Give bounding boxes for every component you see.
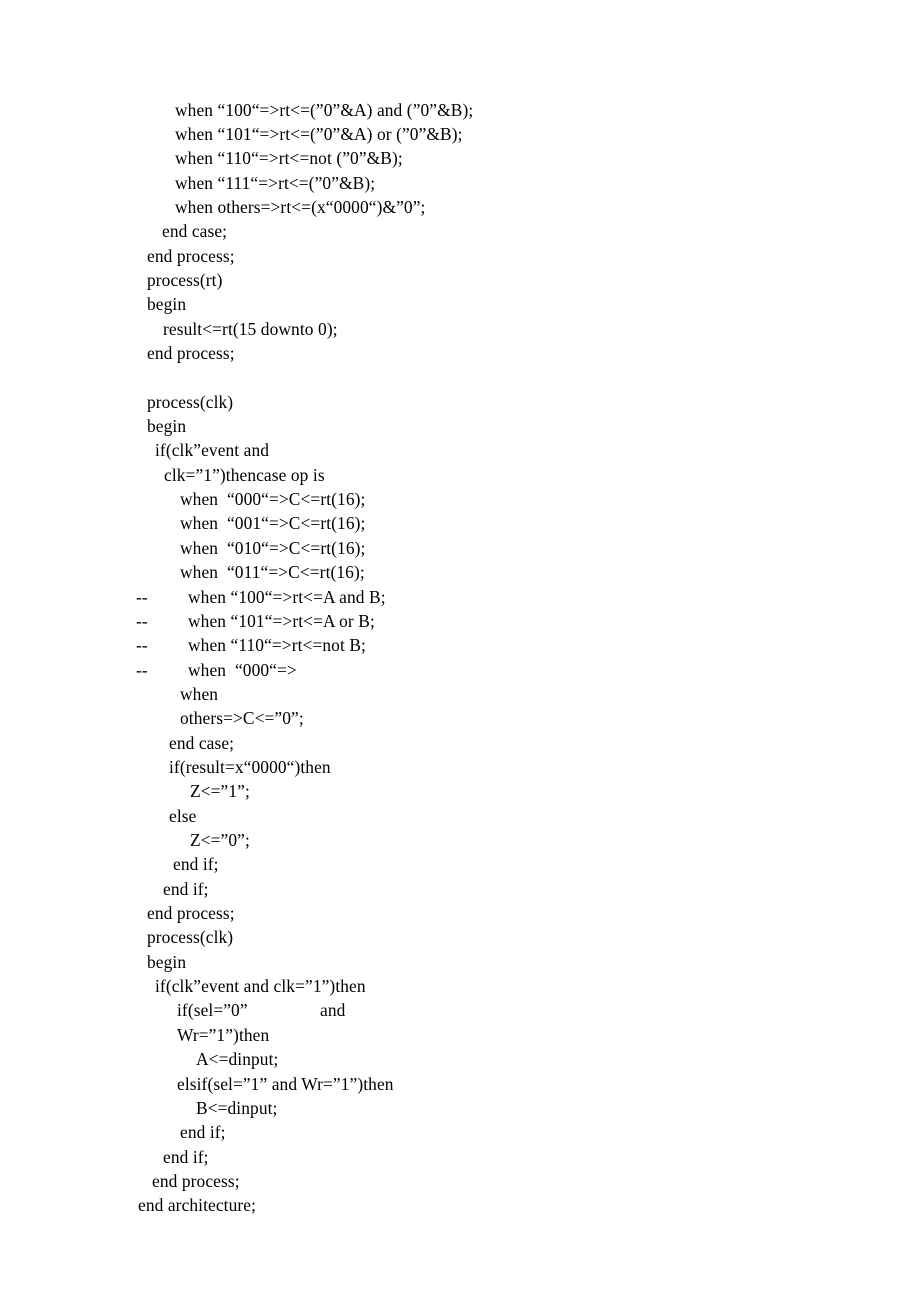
document-page: when “100“=>rt<=(”0”&A) and (”0”&B); when… [0, 0, 920, 1302]
code-line-text: end if; [163, 878, 209, 899]
code-line-text: end architecture; [138, 1195, 257, 1216]
code-line: Z<=”1”; [0, 779, 920, 803]
code-line: when others=>rt<=(x“0000“)&”0”; [0, 195, 920, 219]
code-line: when “010“=>C<=rt(16); [0, 536, 920, 560]
code-line: end if; [0, 1145, 920, 1169]
code-line-text: begin [147, 951, 187, 972]
code-line: Wr=”1”)then [0, 1023, 920, 1047]
code-line: A<=dinput; [0, 1047, 920, 1071]
code-line-text: end process; [152, 1170, 240, 1191]
code-line-text: when “110“=>rt<=not B; [188, 635, 366, 656]
code-line-text: result<=rt(15 downto 0); [163, 318, 338, 339]
code-line-text: end case; [169, 732, 235, 753]
code-line-text: Wr=”1”)then [177, 1024, 270, 1045]
code-line: if(clk”event and [0, 438, 920, 462]
code-line-text: others=>C<=”0”; [180, 708, 304, 729]
code-line-text: when “111“=>rt<=(”0”&B); [175, 172, 376, 193]
code-line: end process; [0, 901, 920, 925]
code-line: else [0, 804, 920, 828]
code-line-text: process(clk) [147, 391, 234, 412]
code-line: -- when “100“=>rt<=A and B; [0, 585, 920, 609]
code-line-text: process(rt) [147, 269, 223, 290]
code-line-text: end case; [162, 221, 228, 242]
code-line: end process; [0, 244, 920, 268]
code-line: end case; [0, 731, 920, 755]
code-line-text: A<=dinput; [196, 1049, 279, 1070]
code-line: begin [0, 292, 920, 316]
code-line-text: when “110“=>rt<=not (”0”&B); [175, 148, 403, 169]
code-line-text: if(clk”event and clk=”1”)then [155, 976, 366, 997]
code-line-text: end if; [163, 1146, 209, 1167]
code-line-text: begin [147, 416, 187, 437]
code-line: result<=rt(15 downto 0); [0, 317, 920, 341]
code-line: end if; [0, 1120, 920, 1144]
code-line-text: Z<=”0”; [190, 830, 250, 850]
code-line-text: when “001“=>C<=rt(16); [180, 513, 366, 534]
comment-marker: -- [136, 586, 148, 607]
code-line-text: else [169, 805, 197, 826]
code-line: end if; [0, 877, 920, 901]
code-line-text: begin [147, 294, 187, 315]
code-line-text: end if; [180, 1122, 226, 1143]
code-line: when “111“=>rt<=(”0”&B); [0, 171, 920, 195]
code-line: -- when “000“=> [0, 658, 920, 682]
code-line-text: when “101“=>rt<=A or B; [188, 610, 375, 631]
code-line-text: end process; [147, 343, 235, 363]
code-line-text: when [180, 683, 219, 704]
code-line-text: if(sel=”0” [177, 1000, 248, 1021]
code-line-text: when “000“=>C<=rt(16); [180, 489, 366, 510]
code-line: end process; [0, 341, 920, 365]
code-line: when “110“=>rt<=not (”0”&B); [0, 146, 920, 170]
comment-marker: -- [136, 610, 148, 631]
code-line-text: if(clk”event and [155, 440, 270, 461]
code-line-text: when “011“=>C<=rt(16); [180, 562, 365, 583]
code-line: if(clk”event and clk=”1”)then [0, 974, 920, 998]
code-line-text: Z<=”1”; [190, 781, 250, 802]
code-line: when “000“=>C<=rt(16); [0, 487, 920, 511]
code-line-text: if(result=x“0000“)then [169, 756, 331, 777]
code-line-text: B<=dinput; [196, 1097, 278, 1118]
code-line: others=>C<=”0”; [0, 706, 920, 730]
code-line: process(clk) [0, 925, 920, 949]
code-line: begin [0, 950, 920, 974]
code-line-text: process(clk) [147, 927, 234, 948]
code-line: clk=”1”)thencase op is [0, 463, 920, 487]
code-line: when [0, 682, 920, 706]
code-line: elsif(sel=”1” and Wr=”1”)then [0, 1072, 920, 1096]
code-line: when “011“=>C<=rt(16); [0, 560, 920, 584]
code-line-text: end process; [147, 903, 235, 924]
code-line: when “001“=>C<=rt(16); [0, 511, 920, 535]
code-line: end process; [0, 1169, 920, 1193]
code-line-text: when “100“=>rt<=(”0”&A) and (”0”&B); [175, 99, 474, 120]
code-line: end if; [0, 852, 920, 876]
code-line-text: elsif(sel=”1” and Wr=”1”)then [177, 1073, 394, 1094]
code-line-text: when others=>rt<=(x“0000“)&”0”; [175, 196, 426, 217]
code-line: when “100“=>rt<=(”0”&A) and (”0”&B); [0, 98, 920, 122]
code-line: end architecture; [0, 1193, 920, 1217]
code-line: Z<=”0”; [0, 828, 920, 852]
code-line-text: end if; [173, 854, 219, 875]
code-line-text: end process; [147, 245, 235, 266]
code-line: process(rt) [0, 268, 920, 292]
code-line-text: when “000“=> [188, 659, 297, 680]
code-line: B<=dinput; [0, 1096, 920, 1120]
code-line-text: clk=”1”)thencase op is [164, 464, 325, 485]
code-line: -- when “101“=>rt<=A or B; [0, 609, 920, 633]
code-line: begin [0, 414, 920, 438]
code-line-text: when “100“=>rt<=A and B; [188, 586, 386, 607]
code-line: process(clk) [0, 390, 920, 414]
code-line-text: when “010“=>C<=rt(16); [180, 537, 366, 558]
code-line: end case; [0, 219, 920, 243]
comment-marker: -- [136, 659, 148, 680]
comment-marker: -- [136, 635, 148, 656]
code-line: if(sel=”0” and [0, 998, 920, 1022]
code-line-trailing-text: and [320, 1000, 346, 1021]
code-line: -- when “110“=>rt<=not B; [0, 633, 920, 657]
code-line-text: when “101“=>rt<=(”0”&A) or (”0”&B); [175, 123, 463, 144]
code-line: if(result=x“0000“)then [0, 755, 920, 779]
code-line: when “101“=>rt<=(”0”&A) or (”0”&B); [0, 122, 920, 146]
